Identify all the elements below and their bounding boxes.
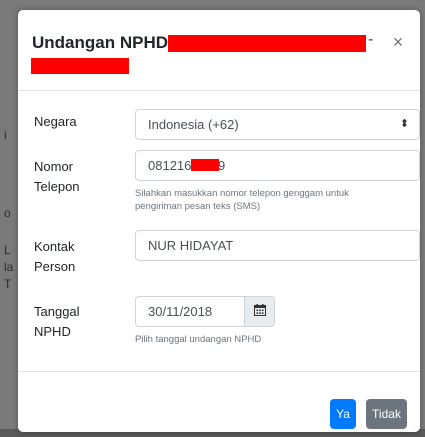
country-label: Negara (34, 114, 77, 129)
background-fragment: L (4, 243, 11, 257)
date-input[interactable]: 30/11/2018 (135, 296, 245, 327)
sort-arrows-icon: ⬍ (399, 118, 409, 130)
phone-label: Nomor Telepon (34, 157, 80, 197)
country-select-value: Indonesia (+62) (148, 117, 239, 132)
background-fragment: i (4, 128, 7, 142)
redaction-block (168, 35, 366, 52)
background-fragment: o (4, 206, 11, 220)
title-separator: - (368, 31, 374, 48)
yes-button[interactable]: Ya (330, 399, 356, 429)
date-label-line: NPHD (34, 324, 71, 339)
contact-person-input[interactable]: NUR HIDAYAT (135, 230, 420, 261)
phone-value-suffix: 9 (218, 158, 226, 173)
help-line: pengiriman pesan teks (SMS) (135, 201, 261, 212)
close-icon[interactable]: × (388, 32, 408, 52)
phone-input[interactable]: 081216 9 (135, 150, 420, 181)
no-button[interactable]: Tidak (366, 399, 407, 429)
date-help-text: Pilih tanggal undangan NPHD (135, 334, 262, 345)
background-fragment: T (4, 277, 12, 291)
contact-label: Kontak Person (34, 237, 75, 277)
phone-value-prefix: 081216 (148, 158, 192, 173)
contact-label-line: Kontak (34, 239, 75, 254)
redaction-block (191, 159, 219, 171)
calendar-icon[interactable] (244, 296, 275, 327)
country-select[interactable]: Indonesia (+62) ⬍ (135, 109, 420, 140)
redaction-block (31, 58, 129, 74)
phone-label-line: Telepon (34, 179, 80, 194)
phone-help-text: Silahkan masukkan nomor telepon genggam … (135, 187, 405, 213)
calendar-icon-graphic (253, 304, 266, 316)
phone-label-line: Nomor (34, 159, 74, 174)
help-line: Silahkan masukkan nomor telepon genggam … (135, 188, 349, 199)
date-label: Tanggal NPHD (34, 302, 80, 342)
background-fragment: la (4, 260, 14, 274)
modal-footer: Ya Tidak (18, 371, 420, 432)
modal-header: Undangan NPHD: - × (18, 10, 420, 91)
modal-title: Undangan NPHD: (32, 33, 174, 52)
invitation-modal: Undangan NPHD: - × Negara Indonesia (+62… (18, 10, 420, 432)
contact-label-line: Person (34, 259, 76, 274)
date-label-line: Tanggal (34, 304, 80, 319)
